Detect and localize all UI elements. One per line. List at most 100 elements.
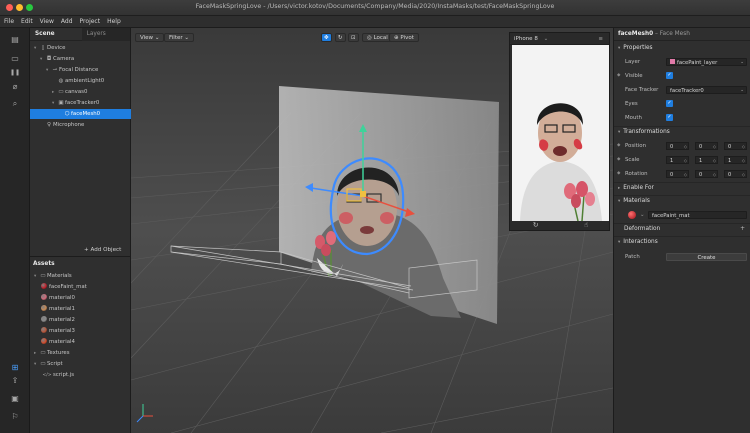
keyframe-diamond-icon[interactable]: ◆ [617,70,620,82]
tab-layers[interactable]: Layers [81,27,130,41]
asset-tree-item[interactable]: faceFaint_mat [30,282,131,292]
scene-tree-item[interactable]: ▾ ▣faceTracker0 [30,98,131,108]
eyes-row: Eyes ✓ [614,98,750,110]
search-icon[interactable]: ⌕ [8,98,22,110]
face-tracker-dropdown[interactable]: faceTracker0 ⌄ [666,86,747,94]
menu-bar: File Edit View Add Project Help [0,16,750,28]
material-sphere-icon [628,211,636,219]
asset-tree-item[interactable]: material3 [30,326,131,336]
face-tracker-value: faceTracker0 [670,88,704,94]
asset-tree-item[interactable]: ▾ ▭Materials [30,271,131,281]
scene-tree-item[interactable]: ▾ ◘ Camera [30,54,131,64]
chevron-down-icon[interactable]: ⌄ [640,209,645,221]
touch-icon[interactable]: ☝ [584,221,588,229]
scene-tree-item[interactable]: ▸ ▭canvas0 [30,87,131,97]
rotation-x-field[interactable]: 0 ◇ [666,170,689,178]
scene-tree-item[interactable]: ◍ ambientLight0 [30,76,131,86]
position-y-value: 0 [699,144,703,150]
eyes-checkbox[interactable]: ✓ [666,100,673,107]
tab-scene[interactable]: Scene [30,28,60,41]
view-dropdown[interactable]: View ⌄ [135,33,165,42]
simulator-screen[interactable] [512,45,609,221]
rotate-device-icon[interactable]: ↻ [533,221,539,229]
scene-tree-item[interactable]: ▾ ⊸ Focal Distance [30,65,131,75]
stepper-icon: ◇ [741,144,745,149]
asset-tree-item[interactable]: material0 [30,293,131,303]
mouth-checkbox[interactable]: ✓ [666,114,673,121]
menu-view[interactable]: View [40,18,54,25]
menu-file[interactable]: File [4,18,14,25]
scene-tree-item-label: Camera [53,56,75,62]
library-icon[interactable]: ▣ [8,392,22,404]
scale-z-field[interactable]: 1 ◇ [724,156,747,164]
face-mesh-icon: ⬡ [64,111,70,117]
keyframe-diamond-icon[interactable]: ◆ [617,154,620,166]
position-x-field[interactable]: 0 ◇ [666,142,689,150]
canvas-icon: ▭ [58,89,64,95]
menu-edit[interactable]: Edit [21,18,33,25]
asset-tree-item[interactable]: material2 [30,315,131,325]
stepper-icon: ◇ [683,144,687,149]
section-properties[interactable]: ▾ Properties [614,43,750,54]
scale-y-field[interactable]: 1 ◇ [695,156,718,164]
add-icon[interactable]: + [740,224,745,235]
patch-row: Patch Create [614,251,750,263]
rotation-y-field[interactable]: 0 ◇ [695,170,718,178]
keyframe-diamond-icon[interactable]: ◆ [617,140,620,152]
menu-add[interactable]: Add [61,18,73,25]
stepper-icon: ◇ [712,158,716,163]
add-device-icon[interactable]: ⊞ [8,361,22,373]
pivot-toggle[interactable]: ⊕ Pivot [389,33,419,42]
scale-row: ◆ Scale 1 ◇ 1 ◇ 1 ◇ [614,154,750,166]
filter-dropdown[interactable]: Filter ⌄ [164,33,194,42]
asset-tree-item[interactable]: ▸ ▭Textures [30,348,131,358]
chevron-down-icon: ⌄ [154,35,160,41]
menu-help[interactable]: Help [107,18,121,25]
asset-tree-item[interactable]: material1 [30,304,131,314]
stepper-icon: ◇ [683,172,687,177]
section-transformations[interactable]: ▾ Transformations [614,127,750,138]
position-z-field[interactable]: 0 ◇ [724,142,747,150]
add-object-button[interactable]: + Add Object [84,247,121,253]
scene-tabs: Scene Layers [30,27,130,41]
menu-project[interactable]: Project [80,18,101,25]
tool-strip: ▤ ▭ ❚❚ ⌀ ⌕ ⊞ ⇪ ▣ ⚐ [0,28,30,433]
section-interactions[interactable]: ▾ Interactions [614,237,750,248]
asset-tree-item[interactable]: ▾ ▭Script [30,359,131,369]
material-dropdown[interactable]: facePaint_mat [648,211,747,219]
share-icon[interactable]: ⇪ [8,374,22,386]
section-properties-label: Properties [623,45,653,51]
move-tool-button[interactable]: ✥ [321,33,332,42]
device-dropdown[interactable]: iPhone 8 [514,36,538,42]
rotate-tool-button[interactable]: ↻ [335,33,346,42]
section-deformation[interactable]: Deformation + [614,224,750,235]
patch-icon[interactable]: ⌀ [8,80,22,92]
scene-tree-item[interactable]: ▾ ▯ Device [30,43,131,53]
asset-tree-item[interactable]: material4 [30,337,131,347]
pause-icon[interactable]: ❚❚ [8,66,22,78]
scale-z-value: 1 [728,158,732,164]
asset-tree-item[interactable]: </>script.js [30,370,131,380]
position-y-field[interactable]: 0 ◇ [695,142,718,150]
scale-y-value: 1 [699,158,703,164]
scene-tree-item[interactable]: ⬡ faceMesh0 [30,109,131,119]
rotation-z-field[interactable]: 0 ◇ [724,170,747,178]
section-enable-for-label: Enable For [623,185,654,191]
scene-panel-icon[interactable]: ▤ [8,33,22,45]
visible-label: Visible [625,73,643,79]
feedback-icon[interactable]: ⚐ [8,410,22,422]
material-row: ⌄ facePaint_mat [614,209,750,221]
section-enable-for[interactable]: ▸ Enable For [614,183,750,194]
video-icon[interactable]: ▭ [8,52,22,64]
create-patch-button[interactable]: Create [666,253,747,261]
simulator-menu-icon[interactable]: ≡ [598,33,603,45]
visible-checkbox[interactable]: ✓ [666,72,673,79]
section-deformation-label: Deformation [624,226,661,232]
scale-x-field[interactable]: 1 ◇ [666,156,689,164]
keyframe-diamond-icon[interactable]: ◆ [617,168,620,180]
section-materials[interactable]: ▾ Materials [614,196,750,207]
position-z-value: 0 [728,144,732,150]
layer-dropdown[interactable]: facePaint_layer ⌄ [666,58,747,66]
scale-tool-button[interactable]: ⊡ [348,33,359,42]
scene-tree-item[interactable]: ♀ Microphone [30,120,131,130]
